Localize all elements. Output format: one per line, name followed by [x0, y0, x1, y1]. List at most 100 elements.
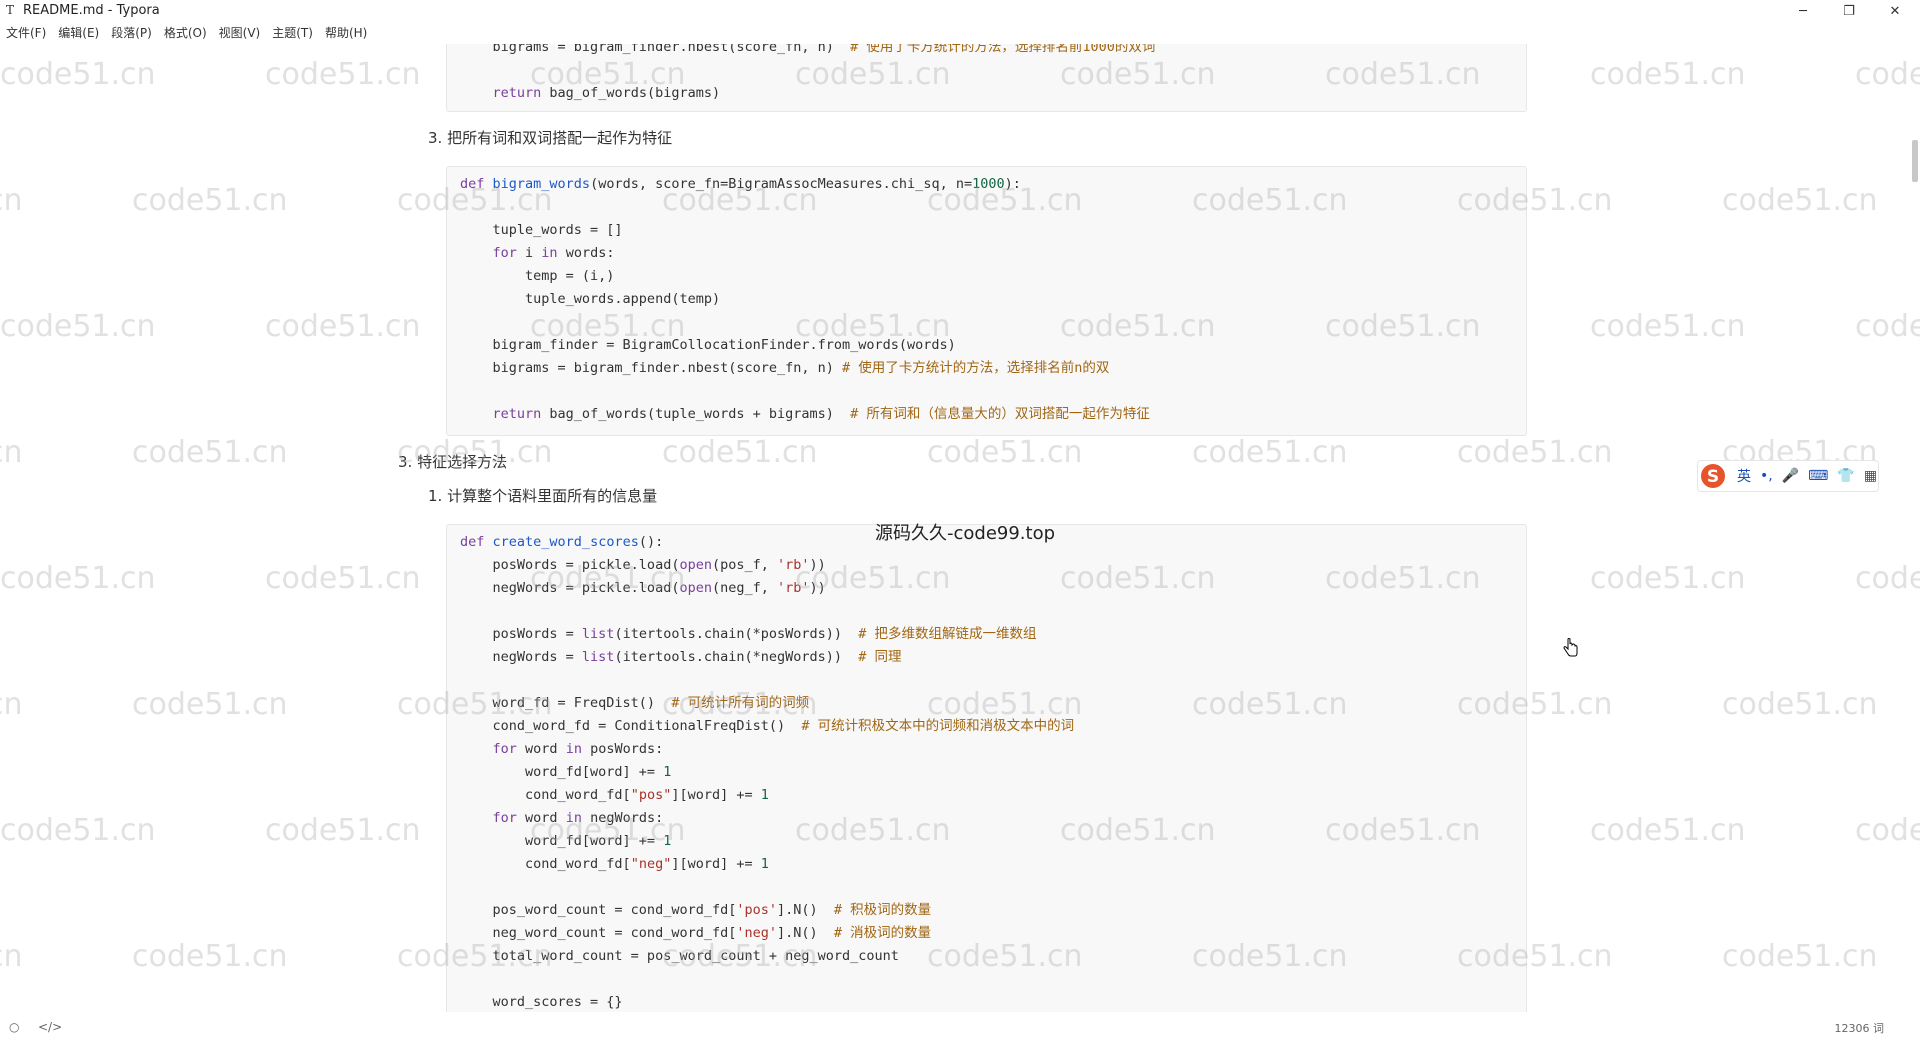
code-line: bigrams = bigram_finder.nbest(score_fn, …	[460, 359, 1110, 377]
code-token: list	[581, 626, 615, 642]
code-line: word_fd = FreqDist() # 可统计所有词的词频	[460, 694, 810, 712]
code-line: for word in posWords:	[460, 740, 664, 758]
code-token: # 可统计所有词的词频	[671, 695, 810, 711]
code-token: # 所有词和（信息量大的）双词搭配一起作为特征	[850, 406, 1150, 422]
code-token: total_word_count = pos_word_count + neg_…	[460, 948, 899, 964]
code-token: ].N()	[776, 925, 834, 941]
code-line: cond_word_fd["neg"][word] += 1	[460, 855, 769, 873]
menu-file[interactable]: 文件(F)	[0, 22, 52, 44]
code-token: i	[516, 245, 542, 261]
code-line: pos_word_count = cond_word_fd['pos'].N()…	[460, 901, 932, 919]
sogou-logo-icon[interactable]: S	[1698, 461, 1728, 491]
window-title: README.md - Typora	[23, 3, 160, 18]
code-token: bigrams = bigram_finder.nbest(score_fn, …	[460, 360, 843, 376]
code-token: posWords =	[460, 626, 582, 642]
code-line: tuple_words = []	[460, 221, 623, 239]
code-token: # 积极词的数量	[833, 902, 932, 918]
code-token: # 同理	[858, 649, 902, 665]
code-token: word	[516, 810, 566, 826]
code-token: words:	[557, 245, 615, 261]
skin-icon[interactable]: 👕	[1837, 468, 1854, 484]
restore-button[interactable]: ❐	[1826, 0, 1872, 22]
menu-help[interactable]: 帮助(H)	[319, 22, 373, 44]
code-token: for	[492, 245, 517, 261]
code-line: posWords = list(itertools.chain(*posWord…	[460, 625, 1037, 643]
code-token: ):	[1004, 176, 1021, 192]
section-heading: 3. 特征选择方法	[398, 453, 508, 471]
code-token: return	[492, 406, 542, 422]
menu-edit[interactable]: 编辑(E)	[52, 22, 105, 44]
ime-punct-button[interactable]: •,	[1760, 468, 1773, 484]
source-banner: 源码久久-code99.top	[875, 523, 1056, 544]
code-line: tuple_words.append(temp)	[460, 290, 720, 308]
code-token: tuple_words.append(temp)	[460, 291, 721, 307]
code-line: word_fd[word] += 1	[460, 832, 671, 850]
source-mode-icon[interactable]: </>	[38, 1020, 62, 1034]
vertical-scrollbar[interactable]	[1910, 44, 1920, 1020]
outline-toggle-icon[interactable]: ○	[9, 1020, 19, 1034]
code-block[interactable]: def bigram_words(words, score_fn=BigramA…	[446, 166, 1527, 436]
word-count[interactable]: 12306 词	[1835, 1020, 1885, 1036]
code-token: 1	[760, 856, 769, 872]
code-token: negWords = pickle.load(	[460, 580, 680, 596]
code-token: # 使用了卡方统计的方法，选择排名前1000的双词	[850, 44, 1156, 55]
hand-cursor-icon	[1563, 638, 1579, 662]
menu-format[interactable]: 格式(O)	[158, 22, 213, 44]
code-line: for word in negWords:	[460, 809, 664, 827]
menu-paragraph[interactable]: 段落(P)	[105, 22, 158, 44]
code-token: tuple_words = []	[460, 222, 623, 238]
code-token: posWords:	[581, 741, 664, 757]
code-token: # 把多维数组解链成一维数组	[858, 626, 1037, 642]
ime-toolbar[interactable]: S 英 •, 🎤 ⌨ 👕 ▦	[1697, 460, 1879, 492]
code-token: cond_word_fd = ConditionalFreqDist()	[460, 718, 802, 734]
code-token: open	[679, 580, 712, 596]
code-block[interactable]: def create_word_scores(): posWords = pic…	[446, 524, 1527, 1020]
status-bar: ○ </> 12306 词	[0, 1012, 1920, 1040]
code-token: return	[492, 85, 542, 101]
code-line: posWords = pickle.load(open(pos_f, 'rb')…	[460, 556, 826, 574]
code-token: pos_word_count = cond_word_fd[	[460, 902, 737, 918]
code-token: bigrams = bigram_finder.nbest(score_fn, …	[460, 44, 851, 55]
code-line: cond_word_fd["pos"][word] += 1	[460, 786, 769, 804]
code-token: "neg"	[630, 856, 672, 872]
keyboard-icon[interactable]: ⌨	[1808, 468, 1828, 484]
code-token: cond_word_fd[	[460, 787, 631, 803]
close-button[interactable]: ✕	[1872, 0, 1918, 22]
code-token: (itertools.chain(*negWords))	[614, 649, 859, 665]
code-token: bigram_words	[492, 176, 591, 192]
code-token: word_fd[word] +=	[460, 833, 664, 849]
code-token: ][word] +=	[671, 856, 761, 872]
code-token: posWords = pickle.load(	[460, 557, 680, 573]
code-line: def create_word_scores():	[460, 533, 663, 551]
code-token: for	[492, 741, 517, 757]
code-block[interactable]: bigrams = bigram_finder.nbest(score_fn, …	[446, 44, 1527, 112]
code-token: open	[679, 557, 712, 573]
toolbox-icon[interactable]: ▦	[1864, 468, 1877, 484]
code-token: in	[541, 245, 558, 261]
code-token: ))	[809, 557, 826, 573]
minimize-button[interactable]: ─	[1780, 0, 1826, 22]
code-token: # 使用了卡方统计的方法，选择排名前n的双	[842, 360, 1110, 376]
code-token: temp = (i,)	[460, 268, 615, 284]
code-token: def	[460, 534, 485, 550]
code-token: 'neg'	[736, 925, 777, 941]
code-token: in	[565, 741, 582, 757]
code-line: return bag_of_words(tuple_words + bigram…	[460, 405, 1150, 423]
code-line: negWords = pickle.load(open(neg_f, 'rb')…	[460, 579, 826, 597]
code-token: word_scores = {}	[460, 994, 623, 1010]
menu-bar: 文件(F) 编辑(E) 段落(P) 格式(O) 视图(V) 主题(T) 帮助(H…	[0, 22, 1920, 44]
menu-view[interactable]: 视图(V)	[213, 22, 267, 44]
microphone-icon[interactable]: 🎤	[1782, 468, 1799, 484]
ime-lang-button[interactable]: 英	[1737, 466, 1751, 486]
code-line: word_scores = {}	[460, 993, 623, 1011]
code-token: # 可统计积极文本中的词频和消极文本中的词	[801, 718, 1075, 734]
code-token: 'rb'	[777, 557, 810, 573]
scrollbar-thumb[interactable]	[1912, 140, 1918, 182]
menu-theme[interactable]: 主题(T)	[266, 22, 319, 44]
code-token: 'pos'	[736, 902, 777, 918]
